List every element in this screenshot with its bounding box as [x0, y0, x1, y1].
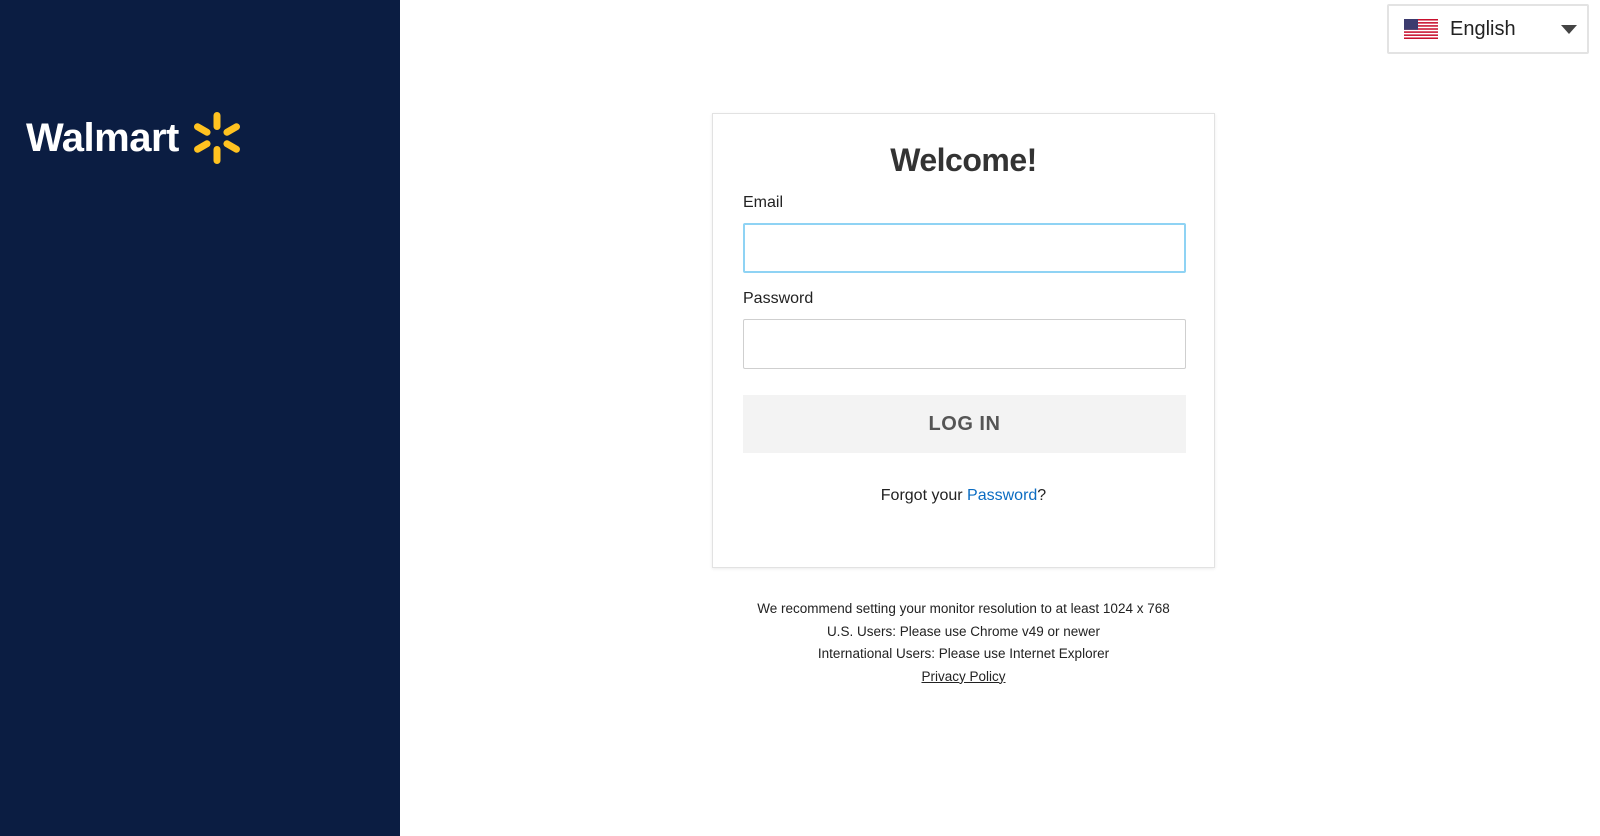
forgot-password-text: Forgot your Password? [713, 487, 1214, 505]
language-select[interactable]: English [1387, 4, 1589, 54]
us-flag-icon [1404, 19, 1438, 39]
language-label: English [1450, 17, 1516, 40]
login-card: Welcome! Email Password LOG IN Forgot yo… [712, 113, 1215, 568]
login-button[interactable]: LOG IN [743, 395, 1186, 453]
page-title: Welcome! [890, 142, 1037, 178]
caret-down-icon[interactable] [1561, 24, 1577, 34]
walmart-logo: Walmart [26, 110, 245, 166]
note-intl-browser: International Users: Please use Internet… [817, 646, 1110, 661]
logo-text: Walmart [26, 115, 179, 160]
forgot-suffix: ? [1037, 487, 1047, 504]
forgot-prefix: Forgot your [880, 487, 968, 504]
password-field[interactable] [743, 319, 1186, 369]
note-resolution: We recommend setting your monitor resolu… [757, 601, 1170, 616]
password-label: Password [743, 290, 814, 307]
footer-notes: We recommend setting your monitor resolu… [712, 598, 1215, 688]
email-field[interactable] [743, 223, 1186, 273]
email-label: Email [743, 194, 784, 211]
privacy-policy-link[interactable]: Privacy Policy [921, 669, 1005, 684]
spark-icon [193, 112, 240, 164]
forgot-password-link[interactable]: Password [967, 487, 1037, 504]
note-us-browser: U.S. Users: Please use Chrome v49 or new… [826, 623, 1101, 639]
sidebar: Walmart [0, 0, 400, 836]
